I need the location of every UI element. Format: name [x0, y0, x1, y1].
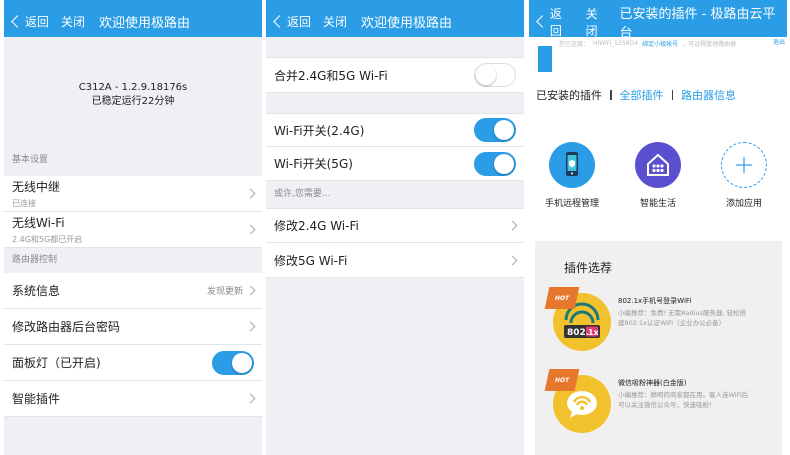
chevron-right-icon [245, 224, 256, 235]
row-label: 修改2.4G Wi-Fi [274, 219, 359, 233]
row-sublabel: 已连接 [12, 199, 36, 208]
toggle-knob [232, 352, 252, 373]
row-wireless-wifi[interactable]: 无线Wi-Fi 2.4G和5G都已开启 [4, 212, 262, 248]
app-label: 智能生活 [639, 199, 676, 209]
app-add[interactable]: 添加应用 [701, 142, 787, 209]
nav-bar: 返回 关闭 欢迎使用极路由 [4, 6, 262, 37]
merge-wifi-toggle[interactable] [474, 63, 516, 87]
row-modify-5g[interactable]: 修改5G Wi-Fi [266, 243, 524, 278]
row-label: 修改5G Wi-Fi [274, 253, 348, 268]
hot-badge: HOT [544, 369, 580, 391]
back-button[interactable]: 返回 [535, 5, 574, 39]
tab-divider [671, 90, 673, 100]
plugin-picks: 插件选荐 802. 1x HOT 802.1x手机号登录WiFi 小编推荐：免费… [535, 241, 782, 455]
device-uptime: 已稳定运行22分钟 [91, 95, 175, 107]
close-button[interactable]: 关闭 [323, 13, 347, 30]
close-button[interactable]: 关闭 [61, 13, 85, 30]
back-label: 返回 [25, 15, 50, 29]
row-modify-24g[interactable]: 修改2.4G Wi-Fi [266, 208, 524, 243]
logout-link[interactable]: 退出 [773, 37, 785, 46]
chevron-left-icon [273, 15, 286, 28]
row-wifi-24g: Wi-Fi开关(2.4G) [266, 113, 524, 147]
row-label: 合并2.4G和5G Wi-Fi [274, 68, 388, 83]
plugin-name: 802.1x手机号登录WiFi [618, 297, 692, 305]
row-wireless-relay[interactable]: 无线中继 已连接 [4, 176, 262, 212]
installed-apps: 手机远程管理 智能生活 添加应用 [529, 142, 787, 209]
chevron-left-icon [536, 15, 549, 28]
wifi-5g-toggle[interactable] [474, 151, 516, 176]
hot-badge: HOT [544, 287, 580, 309]
back-label: 返回 [549, 6, 562, 38]
row-label: 面板灯（已开启) [12, 356, 101, 370]
row-sublabel: 2.4G和5G都已开启 [12, 235, 83, 244]
row-label: 无线Wi-Fi [12, 216, 65, 230]
row-label: 修改路由器后台密码 [12, 320, 121, 334]
svg-text:802.: 802. [567, 328, 589, 338]
plugin-tabs: 已安装的插件 全部插件 路由器信息 [536, 87, 736, 103]
plugin-item-8021x[interactable]: 802. 1x HOT 802.1x手机号登录WiFi 小编推荐：免费! 无需R… [544, 287, 775, 362]
back-button[interactable]: 返回 [10, 13, 49, 30]
section-basic-settings: 基本设置 [12, 155, 49, 165]
back-button[interactable]: 返回 [272, 13, 311, 30]
chevron-left-icon [11, 15, 24, 28]
app-smart-life[interactable]: 智能生活 [615, 142, 701, 209]
row-change-password[interactable]: 修改路由器后台密码 [4, 309, 262, 345]
device-info: C312A - 1.2.9.18176s 已稳定运行22分钟 [4, 37, 262, 152]
add-icon [721, 142, 767, 188]
nav-bar: 返回 关闭 欢迎使用极路由 [266, 6, 524, 37]
tab-all-plugins[interactable]: 全部插件 [620, 87, 664, 103]
panel-light-toggle[interactable] [212, 350, 254, 375]
back-label: 返回 [287, 15, 312, 29]
section-router-control: 路由器控制 [12, 255, 58, 265]
app-phone-remote[interactable]: 手机远程管理 [529, 142, 615, 209]
tab-installed[interactable]: 已安装的插件 [536, 87, 602, 103]
svg-text:1x: 1x [588, 328, 600, 337]
app-label: 手机远程管理 [544, 199, 599, 209]
wifi-24g-toggle[interactable] [474, 118, 516, 142]
close-button[interactable]: 关闭 [586, 5, 610, 39]
picks-title: 插件选荐 [564, 261, 613, 275]
row-wifi-5g: Wi-Fi开关(5G) [266, 147, 524, 181]
ssid-label: HiWiFi_5258D4 [593, 39, 639, 47]
row-system-info[interactable]: 系统信息 发现更新 [4, 273, 262, 309]
tab-divider [610, 90, 612, 100]
page-title: 欢迎使用极路由 [361, 16, 453, 31]
chevron-right-icon [507, 220, 518, 231]
toggle-knob [494, 120, 514, 140]
plugin-item-wechat[interactable]: HOT 微信吸粉神器(白金版) 小编推荐：精明的商家都在用。客人连WiFi后可以… [544, 369, 775, 444]
plugin-name: 微信吸粉神器(白金版) [618, 379, 687, 387]
suggestion-hint: 或许,您需要... [274, 189, 331, 199]
chevron-right-icon [245, 393, 256, 404]
toggle-knob [494, 153, 514, 174]
router-home-panel: 返回 关闭 欢迎使用极路由 C312A - 1.2.9.18176s 已稳定运行… [4, 0, 262, 455]
row-label: Wi-Fi开关(2.4G) [274, 123, 365, 138]
row-panel-light: 面板灯（已开启) [4, 345, 262, 381]
router-avatar [538, 46, 552, 72]
row-label: 系统信息 [12, 284, 61, 298]
nav-bar: 返回 关闭 已安装的插件 - 极路由云平台 [529, 5, 787, 41]
plugin-description: 小编推荐：精明的商家都在用。客人连WiFi后可以关注微信公众号，快速吸粉！ [618, 391, 749, 409]
chevron-right-icon [245, 188, 256, 199]
cloud-plugins-panel: 返回 关闭 已安装的插件 - 极路由云平台 您已连接： HiWiFi_5258D… [529, 0, 787, 455]
row-merge-wifi: 合并2.4G和5G Wi-Fi [266, 57, 524, 93]
chevron-right-icon [245, 321, 256, 332]
connection-label: 您已连接： [559, 40, 590, 48]
tab-router-info[interactable]: 路由器信息 [681, 87, 736, 103]
app-label: 添加应用 [725, 199, 762, 209]
update-available-label: 发现更新 [206, 287, 243, 297]
toggle-knob [476, 65, 496, 85]
chevron-right-icon [507, 255, 518, 265]
smart-home-icon [635, 142, 681, 188]
page-title: 已安装的插件 - 极路由云平台 [619, 6, 776, 41]
row-label: 无线中继 [12, 180, 61, 194]
device-model: C312A - 1.2.9.18176s [78, 81, 188, 93]
chevron-right-icon [245, 285, 256, 296]
row-smart-plugins[interactable]: 智能插件 [4, 381, 262, 417]
page-title: 欢迎使用极路由 [99, 16, 191, 31]
wifi-settings-panel: 返回 关闭 欢迎使用极路由 合并2.4G和5G Wi-Fi Wi-Fi开关(2.… [266, 0, 524, 455]
plugin-description: 小编推荐：免费! 无需Radius服务器, 轻松搭建802.1x认证WiFi（企… [618, 309, 747, 327]
row-label: Wi-Fi开关(5G) [274, 157, 353, 171]
row-label: 智能插件 [12, 392, 61, 406]
phone-remote-icon [549, 142, 595, 188]
